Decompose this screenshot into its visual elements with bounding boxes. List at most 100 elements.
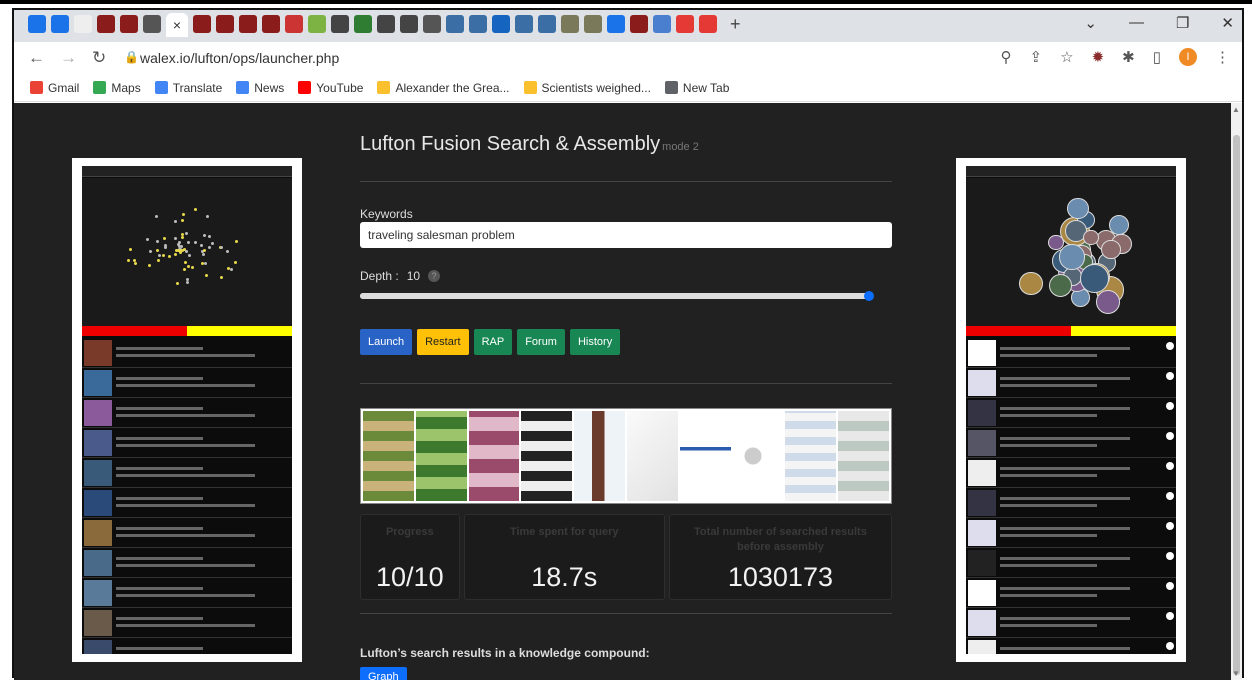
tab-favicon-icon[interactable] — [515, 15, 533, 33]
tab-favicon-icon[interactable] — [285, 15, 303, 33]
depth-help-icon[interactable]: ? — [428, 270, 441, 282]
share-icon[interactable]: ⇪ — [1030, 48, 1043, 66]
bookmark-item[interactable]: Translate — [154, 81, 222, 95]
reload-icon[interactable]: ↻ — [92, 48, 106, 68]
tab-favicon-icon[interactable] — [377, 15, 395, 33]
active-tab-close-icon[interactable]: × — [166, 13, 188, 37]
page-scrollbar[interactable]: ▲ ▼ — [1231, 103, 1242, 680]
tab-favicon-icon[interactable] — [51, 15, 69, 33]
preview-tabs — [82, 326, 292, 336]
star-icon[interactable]: ☆ — [1060, 48, 1073, 66]
rap-button[interactable]: RAP — [473, 329, 513, 355]
thumbnail-image[interactable] — [468, 411, 520, 501]
tab-favicon-icon[interactable] — [584, 15, 602, 33]
tab-favicon-icon[interactable] — [74, 15, 92, 33]
lock-icon[interactable]: 🔒 — [124, 50, 139, 64]
thumbnail-image[interactable] — [785, 411, 837, 501]
tab-favicon-icon[interactable] — [143, 15, 161, 33]
scroll-up-icon[interactable]: ▲ — [1232, 105, 1240, 114]
tab-favicon-icon[interactable] — [308, 15, 326, 33]
tab-favicon-icon[interactable] — [699, 15, 717, 33]
tab-favicon-icon[interactable] — [538, 15, 556, 33]
graph-node — [205, 214, 209, 218]
bookmark-item[interactable]: Maps — [93, 81, 141, 95]
back-icon[interactable]: ← — [28, 48, 45, 68]
graph-bubble — [1109, 214, 1130, 235]
graph-node — [177, 241, 181, 245]
preview-yellow-tab — [187, 326, 292, 336]
tab-favicon-icon[interactable] — [423, 15, 441, 33]
text-line — [1000, 347, 1130, 350]
result-thumbnails — [360, 408, 892, 504]
close-window-icon[interactable]: ✕ — [1221, 14, 1234, 32]
zoom-icon[interactable]: ⚲ — [1001, 48, 1012, 66]
thumbnail-image[interactable] — [363, 411, 414, 501]
tab-favicon-icon[interactable] — [97, 15, 115, 33]
tab-strip: × + ⌄ — ❐ ✕ — [14, 10, 1242, 42]
tab-favicon-icon[interactable] — [239, 15, 257, 33]
bookmark-item[interactable]: News — [236, 81, 284, 95]
divider — [360, 383, 892, 384]
extensions-puzzle-icon[interactable]: ✱ — [1122, 48, 1135, 66]
tab-favicon-icon[interactable] — [28, 15, 46, 33]
tab-favicon-icon[interactable] — [492, 15, 510, 33]
keywords-input[interactable] — [360, 222, 892, 248]
bookmark-label: Scientists weighed... — [541, 80, 651, 95]
tab-favicon-icon[interactable] — [469, 15, 487, 33]
launch-button[interactable]: Launch — [360, 329, 413, 355]
forward-icon[interactable]: → — [60, 48, 77, 68]
tab-favicon-icon[interactable] — [653, 15, 671, 33]
restart-button[interactable]: Restart — [417, 329, 469, 355]
restore-icon[interactable]: ❐ — [1176, 14, 1189, 32]
tab-favicon-icon[interactable] — [400, 15, 418, 33]
thumbnail-image[interactable] — [415, 411, 467, 501]
new-tab-icon[interactable]: + — [730, 15, 741, 37]
thumbnail-image[interactable] — [732, 411, 784, 501]
tab-favicon-icon[interactable] — [331, 15, 349, 33]
text-line — [1000, 527, 1130, 530]
total-label: Total number of searched results before … — [694, 526, 867, 553]
side-panel-icon[interactable]: ▯ — [1153, 48, 1161, 66]
text-line — [116, 594, 256, 597]
thumbnail-image[interactable] — [574, 411, 625, 501]
thumbnail-image[interactable] — [521, 411, 573, 501]
thumbnail-image[interactable] — [626, 411, 678, 501]
slider-handle[interactable] — [864, 291, 874, 301]
profile-avatar[interactable]: I — [1179, 48, 1197, 66]
depth-control: Depth : 10 ? — [360, 269, 441, 283]
tab-favicon-icon[interactable] — [607, 15, 625, 33]
menu-icon[interactable]: ⋮ — [1215, 48, 1230, 66]
bookmark-item[interactable]: New Tab — [664, 81, 729, 95]
bookmark-item[interactable]: Alexander the Grea... — [377, 81, 510, 95]
history-button[interactable]: History — [569, 329, 621, 355]
preview-thumb — [968, 340, 996, 366]
tab-favicon-icon[interactable] — [561, 15, 579, 33]
tab-favicon-icon[interactable] — [630, 15, 648, 33]
scrollbar-thumb[interactable] — [1233, 135, 1240, 675]
time-label: Time spent for query — [509, 526, 619, 538]
preview-list-item — [82, 398, 292, 428]
tab-favicon-icon[interactable] — [354, 15, 372, 33]
text-line — [1000, 354, 1098, 357]
tab-favicon-icon[interactable] — [120, 15, 138, 33]
minimize-icon[interactable]: — — [1129, 14, 1144, 32]
tab-favicon-icon[interactable] — [193, 15, 211, 33]
bookmark-item[interactable]: Scientists weighed... — [523, 80, 651, 95]
bookmark-item[interactable]: Gmail — [30, 81, 79, 95]
text-line — [116, 564, 256, 567]
tab-favicon-icon[interactable] — [446, 15, 464, 33]
forum-button[interactable]: Forum — [517, 329, 565, 355]
address-bar[interactable]: walex.io/lufton/ops/launcher.php — [140, 50, 339, 66]
tab-favicon-icon[interactable] — [676, 15, 694, 33]
tab-favicon-icon[interactable] — [262, 15, 280, 33]
bookmark-item[interactable]: YouTube — [298, 81, 363, 95]
tab-search-icon[interactable]: ⌄ — [1084, 14, 1097, 32]
tab-favicon-icon[interactable] — [216, 15, 234, 33]
graph-button[interactable]: Graph — [360, 667, 407, 680]
thumbnail-image[interactable] — [838, 411, 889, 501]
thumbnail-image[interactable] — [679, 411, 731, 501]
extension-icon[interactable]: ✹ — [1092, 48, 1105, 66]
graph-bubble — [1048, 273, 1072, 297]
depth-slider[interactable] — [360, 291, 874, 301]
scroll-down-icon[interactable]: ▼ — [1232, 669, 1240, 678]
